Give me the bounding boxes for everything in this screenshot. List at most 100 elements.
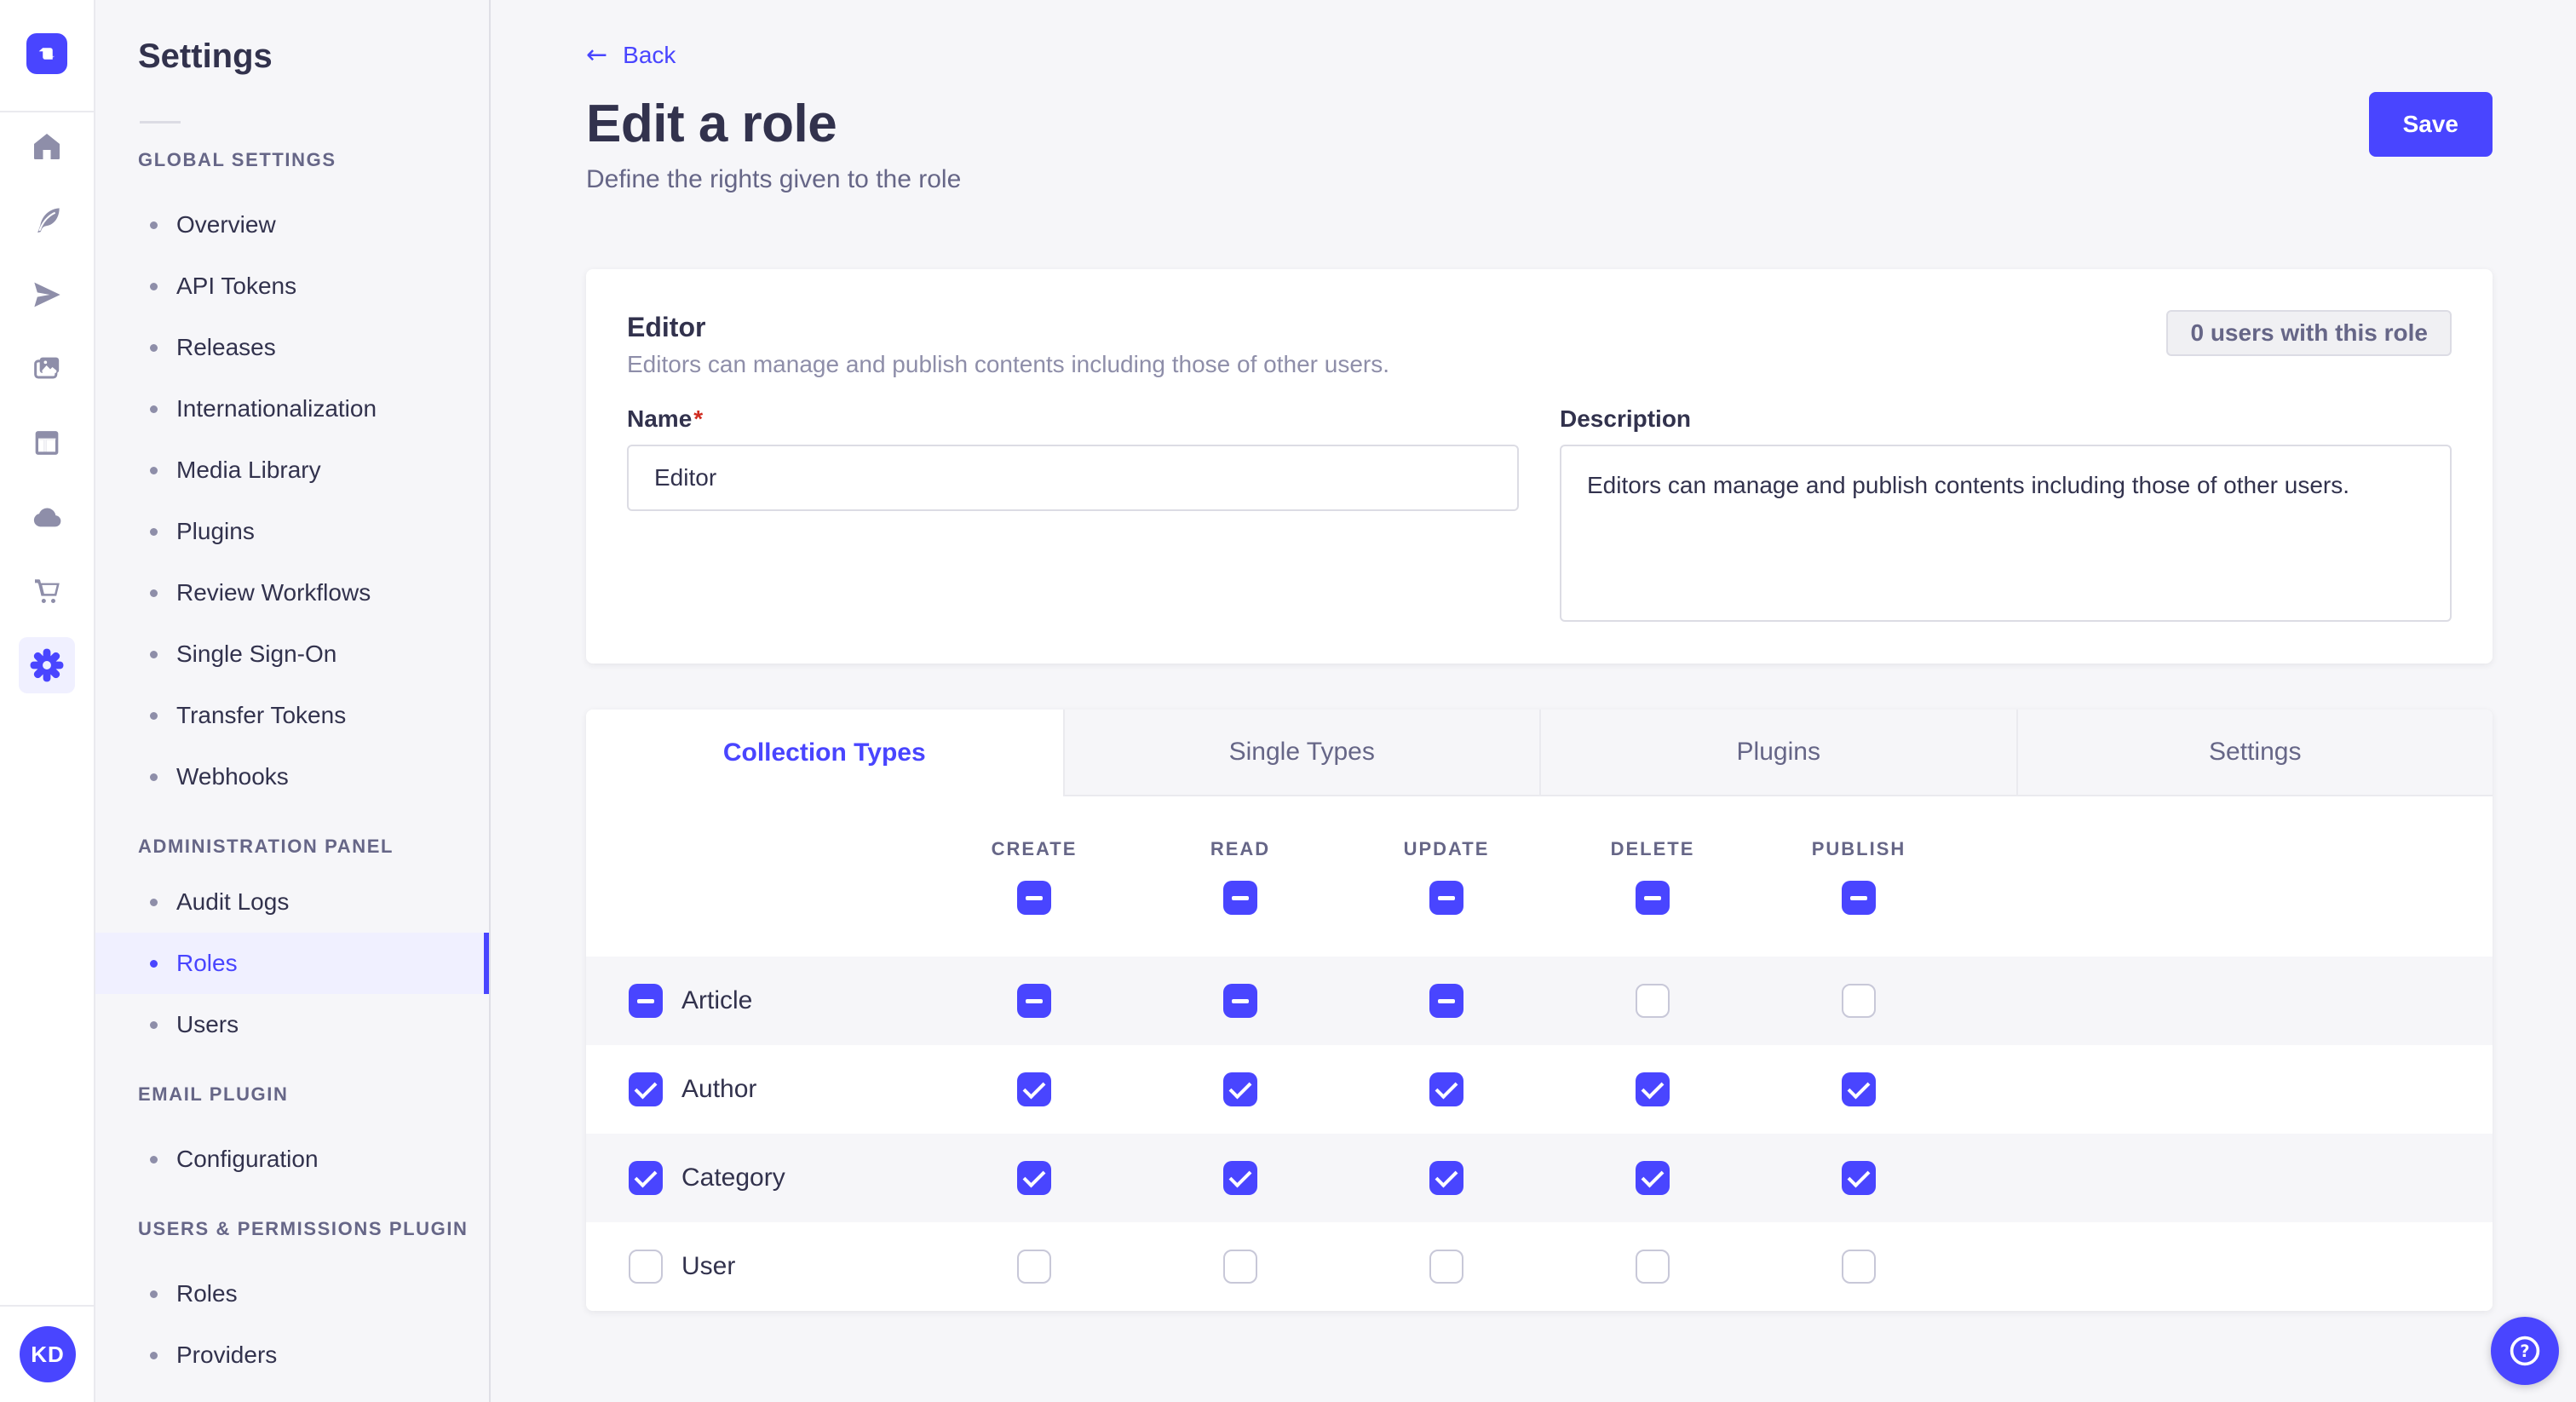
tab-label: Single Types: [1229, 738, 1375, 767]
sidebar-item-users[interactable]: Users: [95, 994, 489, 1055]
help-button[interactable]: ?: [2491, 1317, 2559, 1385]
permission-column-header: Create: [931, 838, 1137, 915]
permission-cell: [1343, 1250, 1550, 1284]
permission-checkbox[interactable]: [1223, 1250, 1257, 1284]
sidebar-item-label: Overview: [176, 211, 276, 238]
role-name-input[interactable]: [627, 445, 1519, 511]
sidebar-item-roles[interactable]: Roles: [95, 1263, 489, 1324]
settings-subnav: Settings Global Settings Overview API Toke…: [95, 0, 491, 1402]
tab-single-types[interactable]: Single Types: [1063, 710, 1540, 796]
row-select-checkbox[interactable]: [629, 1161, 663, 1195]
main-icon-rail: KD: [0, 0, 95, 1402]
bullet-icon: [150, 651, 158, 658]
cart-icon[interactable]: [0, 574, 94, 608]
avatar[interactable]: KD: [20, 1326, 76, 1382]
sidebar-item-configuration[interactable]: Configuration: [95, 1129, 489, 1190]
select-all-checkbox[interactable]: [1636, 881, 1670, 915]
permission-checkbox[interactable]: [1017, 984, 1051, 1018]
sidebar-item-providers[interactable]: Providers: [95, 1324, 489, 1386]
rail-divider-top: [0, 111, 94, 112]
row-label: Category: [681, 1164, 785, 1192]
sidebar-item-review-workflows[interactable]: Review Workflows: [95, 562, 489, 623]
back-link[interactable]: ← Back: [586, 41, 676, 70]
row-label: User: [681, 1252, 735, 1281]
sidebar-item-api-tokens[interactable]: API Tokens: [95, 256, 489, 317]
permission-checkbox[interactable]: [1429, 1250, 1463, 1284]
cloud-icon[interactable]: [0, 500, 94, 534]
title-underline: [140, 121, 181, 124]
sidebar-item-webhooks[interactable]: Webhooks: [95, 746, 489, 807]
select-all-checkbox[interactable]: [1429, 881, 1463, 915]
row-select-checkbox[interactable]: [629, 984, 663, 1018]
back-label: Back: [623, 42, 676, 69]
sidebar-item-internationalization[interactable]: Internationalization: [95, 378, 489, 440]
role-name-heading: Editor: [627, 310, 1389, 344]
permission-checkbox[interactable]: [1842, 1072, 1876, 1106]
feather-icon[interactable]: [0, 204, 94, 238]
permission-cell: [1550, 1250, 1756, 1284]
sidebar-item-overview[interactable]: Overview: [95, 194, 489, 256]
bullet-icon: [150, 712, 158, 720]
sidebar-item-transfer-tokens[interactable]: Transfer Tokens: [95, 685, 489, 746]
permission-checkbox[interactable]: [1429, 1161, 1463, 1195]
pictures-icon[interactable]: [0, 352, 94, 386]
sidebar-item-roles[interactable]: Roles: [95, 933, 489, 994]
row-name-cell: Author: [586, 1072, 931, 1106]
home-icon[interactable]: [0, 129, 94, 164]
bullet-icon: [150, 405, 158, 413]
permission-checkbox[interactable]: [1429, 1072, 1463, 1106]
permission-checkbox[interactable]: [1842, 1161, 1876, 1195]
sidebar-item-label: Audit Logs: [176, 888, 289, 916]
select-all-checkbox[interactable]: [1223, 881, 1257, 915]
permission-checkbox[interactable]: [1223, 1072, 1257, 1106]
permission-column-header: Delete: [1550, 838, 1756, 915]
permission-cell: [1137, 1250, 1343, 1284]
permission-checkbox[interactable]: [1017, 1161, 1051, 1195]
users-with-role-badge: 0 users with this role: [2166, 310, 2452, 356]
permission-checkbox[interactable]: [1842, 984, 1876, 1018]
sidebar-item-plugins[interactable]: Plugins: [95, 501, 489, 562]
bullet-icon: [150, 528, 158, 536]
sidebar-item-releases[interactable]: Releases: [95, 317, 489, 378]
row-name-cell: Article: [586, 984, 931, 1018]
sidebar-item-single-sign-on[interactable]: Single Sign-On: [95, 623, 489, 685]
layout-icon[interactable]: [0, 426, 94, 460]
sidebar-item-label: Roles: [176, 950, 238, 977]
permission-checkbox[interactable]: [1429, 984, 1463, 1018]
tab-label: Settings: [2209, 738, 2301, 767]
paper-plane-icon[interactable]: [0, 278, 94, 312]
sidebar-item-audit-logs[interactable]: Audit Logs: [95, 871, 489, 933]
role-description-textarea[interactable]: Editors can manage and publish contents …: [1560, 445, 2452, 622]
subnav-title: Settings: [138, 37, 489, 75]
permission-checkbox[interactable]: [1017, 1250, 1051, 1284]
select-all-checkbox[interactable]: [1017, 881, 1051, 915]
tab-plugins[interactable]: Plugins: [1539, 710, 2016, 796]
permission-checkbox[interactable]: [1017, 1072, 1051, 1106]
tab-settings[interactable]: Settings: [2016, 710, 2493, 796]
strapi-logo[interactable]: [26, 33, 67, 74]
permission-checkbox[interactable]: [1223, 984, 1257, 1018]
select-all-checkbox[interactable]: [1842, 881, 1876, 915]
permission-checkbox[interactable]: [1636, 1250, 1670, 1284]
permission-checkbox[interactable]: [1223, 1161, 1257, 1195]
permission-column-header: Update: [1343, 838, 1550, 915]
sidebar-item-label: Configuration: [176, 1146, 319, 1173]
permission-cell: [931, 1072, 1137, 1106]
permission-cell: [1756, 1072, 1962, 1106]
permission-cell: [1550, 984, 1756, 1018]
permission-cell: [931, 1250, 1137, 1284]
permission-checkbox[interactable]: [1636, 1161, 1670, 1195]
permission-checkbox[interactable]: [1842, 1250, 1876, 1284]
permission-checkbox[interactable]: [1636, 1072, 1670, 1106]
row-select-checkbox[interactable]: [629, 1072, 663, 1106]
row-select-checkbox[interactable]: [629, 1250, 663, 1284]
sidebar-item-settings-active[interactable]: [19, 637, 75, 693]
sidebar-item-label: Releases: [176, 334, 276, 361]
sidebar-item-media-library[interactable]: Media Library: [95, 440, 489, 501]
sidebar-item-label: Roles: [176, 1280, 238, 1307]
section-header: Global Settings: [95, 150, 489, 170]
sidebar-item-label: Plugins: [176, 518, 255, 545]
tab-collection-types[interactable]: Collection Types: [586, 710, 1063, 796]
save-button[interactable]: Save: [2369, 92, 2493, 157]
permission-checkbox[interactable]: [1636, 984, 1670, 1018]
